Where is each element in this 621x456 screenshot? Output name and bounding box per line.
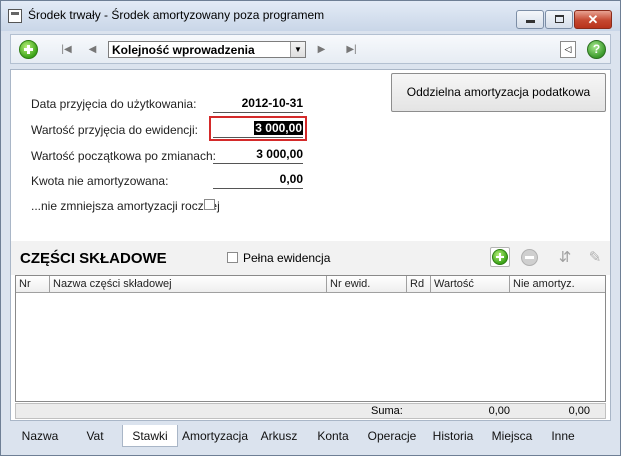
minimize-button[interactable] (516, 10, 544, 29)
sum-value: 0,00 (488, 405, 510, 417)
column-header-non-amort[interactable]: Nie amortyz. (510, 276, 605, 292)
first-record-icon[interactable]: |◀ (57, 40, 76, 59)
add-record-icon[interactable] (19, 40, 38, 59)
minimize-icon (526, 20, 535, 23)
last-record-icon[interactable]: ▶| (342, 40, 361, 59)
tab-operacje[interactable]: Operacje (362, 427, 422, 446)
help-icon[interactable]: ? (587, 40, 606, 59)
record-toolbar: |◀ ◀ Kolejność wprowadzenia ▼ ▶ ▶| ◁ ? (10, 34, 611, 64)
title-bar[interactable]: Środek trwały - Środek amortyzowany poza… (1, 1, 620, 31)
dropdown-arrow-icon[interactable]: ▼ (290, 42, 305, 57)
tab-miejsca[interactable]: Miejsca (484, 427, 540, 446)
remove-part-icon[interactable] (521, 249, 538, 266)
maximize-button[interactable] (545, 10, 573, 29)
app-window-icon (8, 9, 22, 23)
window-title: Środek trwały - Środek amortyzowany poza… (28, 8, 325, 22)
edit-part-icon[interactable]: ✎ (585, 249, 605, 267)
sum-label: Suma: (371, 405, 403, 417)
parts-title: CZĘŚCI SKŁADOWE (20, 250, 167, 267)
add-part-button[interactable] (490, 247, 510, 267)
column-header-value[interactable]: Wartość (431, 276, 510, 292)
next-record-icon[interactable]: ▶ (312, 40, 331, 59)
acceptance-date-value[interactable]: 2012-10-31 (213, 96, 303, 113)
non-amortized-value[interactable]: 0,00 (213, 172, 303, 189)
sort-order-select[interactable]: Kolejność wprowadzenia ▼ (108, 41, 306, 58)
initial-value-field[interactable]: 3 000,00 (213, 121, 303, 138)
maximize-icon (555, 15, 564, 23)
tab-amortyzacja[interactable]: Amortyzacja (180, 427, 250, 446)
close-icon: ✕ (587, 12, 599, 27)
move-part-icon[interactable]: ⇵ (555, 249, 575, 267)
value-after-changes-value[interactable]: 3 000,00 (213, 147, 303, 164)
tab-inne[interactable]: Inne (544, 427, 582, 446)
tab-arkusz[interactable]: Arkusz (254, 427, 304, 446)
full-records-checkbox[interactable] (227, 252, 238, 263)
initial-value-label: Wartość przyjęcia do ewidencji: (31, 123, 198, 137)
tab-stawki[interactable]: Stawki (122, 425, 178, 447)
parts-header: CZĘŚCI SKŁADOWE Pełna ewidencja ⇵ ✎ (11, 241, 610, 275)
no-reduce-label: ...nie zmniejsza amortyzacji rocznej (31, 199, 220, 213)
initial-value-text: 3 000,00 (254, 121, 303, 135)
previous-record-icon[interactable]: ◀ (83, 40, 102, 59)
tab-nazwa[interactable]: Nazwa (14, 427, 66, 446)
acceptance-date-label: Data przyjęcia do użytkowania: (31, 97, 197, 111)
column-header-rd[interactable]: Rd (407, 276, 431, 292)
full-records-label: Pełna ewidencja (243, 251, 331, 265)
tab-konta[interactable]: Konta (308, 427, 358, 446)
column-header-name[interactable]: Nazwa części składowej (50, 276, 327, 292)
no-reduce-checkbox[interactable] (204, 199, 215, 210)
parts-table[interactable]: Nr Nazwa części składowej Nr ewid. Rd Wa… (15, 275, 606, 402)
sum-non-amortized: 0,00 (568, 405, 590, 417)
column-header-nr[interactable]: Nr (16, 276, 50, 292)
parts-sum-row: Suma: 0,00 0,00 (15, 403, 606, 419)
parts-table-header: Nr Nazwa części składowej Nr ewid. Rd Wa… (16, 276, 605, 293)
non-amortized-label: Kwota nie amortyzowana: (31, 174, 169, 188)
add-part-icon (492, 249, 508, 265)
tab-historia[interactable]: Historia (424, 427, 482, 446)
separate-tax-amortization-button[interactable]: Oddzielna amortyzacja podatkowa (391, 73, 606, 112)
bottom-tabs: Nazwa Vat Stawki Amortyzacja Arkusz Kont… (10, 425, 611, 447)
sort-order-value: Kolejność wprowadzenia (112, 43, 255, 57)
column-header-record-no[interactable]: Nr ewid. (327, 276, 407, 292)
asset-window: Środek trwały - Środek amortyzowany poza… (0, 0, 621, 456)
form-content: Oddzielna amortyzacja podatkowa Data prz… (10, 69, 611, 421)
close-button[interactable]: ✕ (574, 10, 612, 29)
collapse-panel-icon[interactable]: ◁ (560, 41, 576, 58)
value-after-changes-label: Wartość początkowa po zmianach: (31, 149, 216, 163)
tab-vat[interactable]: Vat (70, 427, 120, 446)
